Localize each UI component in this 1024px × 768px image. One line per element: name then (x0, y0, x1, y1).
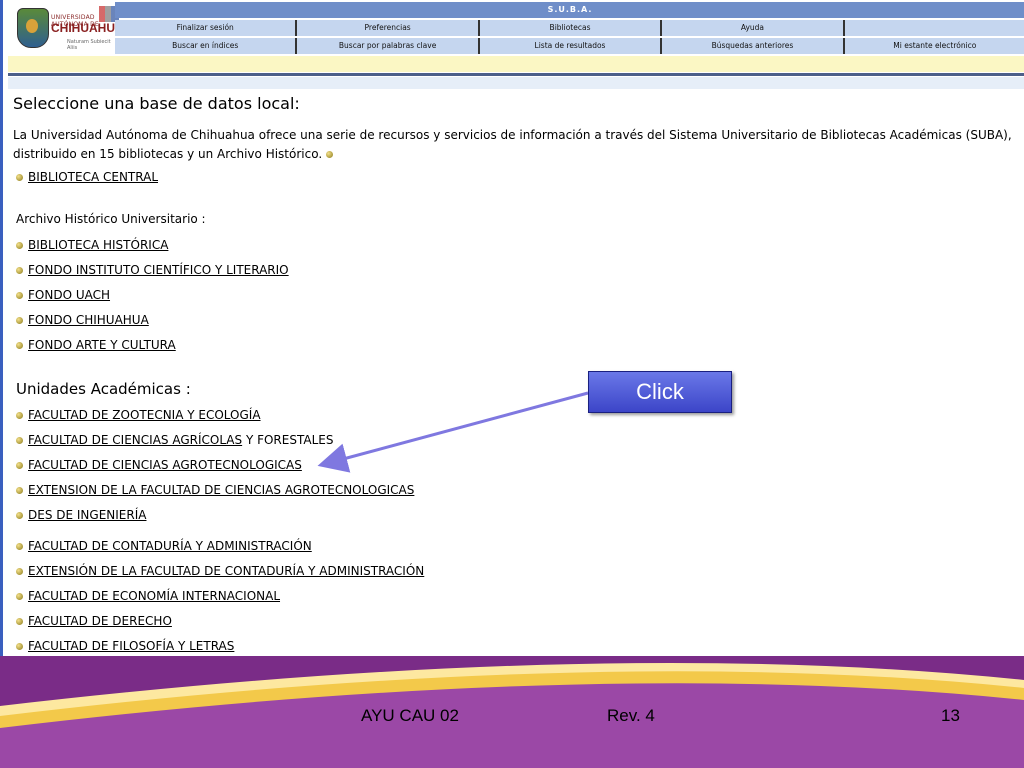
section-title-unidades: Unidades Académicas : (16, 380, 191, 398)
click-callout-button[interactable]: Click (588, 371, 732, 413)
list-item: EXTENSIÓN DE LA FACULTAD DE CONTADURÍA Y… (16, 564, 424, 578)
nav-previous-searches[interactable]: Búsquedas anteriores (662, 38, 845, 54)
bullet-icon (16, 567, 23, 575)
list-item: FACULTAD DE ZOOTECNIA Y ECOLOGÍA (16, 408, 261, 422)
list-item: FONDO CHIHUAHUA (16, 313, 149, 327)
list-item: FACULTAD DE FILOSOFÍA Y LETRAS (16, 639, 234, 653)
footer-code: AYU CAU 02 (361, 706, 459, 725)
logo-sub-text: Naturam Subiecit Aliis (67, 39, 111, 51)
link-unidad[interactable]: DES DE INGENIERÍA (28, 508, 146, 522)
bullet-icon (16, 241, 23, 249)
nav-my-shelf[interactable]: Mi estante electrónico (845, 38, 1024, 54)
list-item: FACULTAD DE CONTADURÍA Y ADMINISTRACIÓN (16, 539, 312, 553)
bullet-icon (16, 592, 23, 600)
bullet-icon (16, 291, 23, 299)
link-unidad[interactable]: EXTENSION DE LA FACULTAD DE CIENCIAS AGR… (28, 483, 414, 497)
link-archivo-item[interactable]: FONDO UACH (28, 288, 110, 302)
footer-page-number: 13 (941, 706, 960, 725)
list-item: FACULTAD DE ECONOMÍA INTERNACIONAL (16, 589, 280, 603)
university-seal-icon (17, 8, 49, 48)
nav-title: S.U.B.A. (115, 2, 1024, 18)
nav-search-keywords[interactable]: Buscar por palabras clave (297, 38, 480, 54)
bullet-icon (16, 617, 23, 625)
list-item: FONDO UACH (16, 288, 110, 302)
bullet-icon (16, 436, 23, 444)
nav-search-indexes[interactable]: Buscar en índices (115, 38, 298, 54)
divider (8, 73, 1024, 76)
list-item: FACULTAD DE DERECHO (16, 614, 172, 628)
link-archivo-item[interactable]: FONDO INSTITUTO CIENTÍFICO Y LITERARIO (28, 263, 289, 277)
bullet-icon (16, 642, 23, 650)
agricolas-suffix: Y FORESTALES (242, 433, 334, 447)
link-unidad[interactable]: FACULTAD DE DERECHO (28, 614, 172, 628)
footer-swoosh (0, 656, 1024, 728)
list-item: BIBLIOTECA CENTRAL (16, 170, 158, 184)
nav-row-2: Buscar en índices Buscar por palabras cl… (115, 38, 1024, 54)
link-archivo-item[interactable]: BIBLIOTECA HISTÓRICA (28, 238, 168, 252)
bullet-icon (16, 486, 23, 494)
nav-empty-cell (844, 20, 1024, 36)
university-logo: UNIVERSIDAD AUTÓNOMA DE CHIHUAHUA Natura… (11, 2, 124, 54)
list-item: FACULTAD DE CIENCIAS AGRÍCOLAS Y FORESTA… (16, 433, 333, 447)
list-item: FONDO INSTITUTO CIENTÍFICO Y LITERARIO (16, 263, 289, 277)
link-unidad[interactable]: FACULTAD DE ZOOTECNIA Y ECOLOGÍA (28, 408, 261, 422)
nav-help[interactable]: Ayuda (662, 20, 845, 36)
nav-preferences[interactable]: Preferencias (297, 20, 480, 36)
list-item: EXTENSION DE LA FACULTAD DE CIENCIAS AGR… (16, 483, 414, 497)
info-bar (8, 56, 1024, 72)
bullet-icon (16, 341, 23, 349)
link-unidad[interactable]: EXTENSIÓN DE LA FACULTAD DE CONTADURÍA Y… (28, 564, 424, 578)
bullet-icon (16, 411, 23, 419)
section-title-archivo: Archivo Histórico Universitario : (16, 212, 206, 226)
link-unidad[interactable]: FACULTAD DE CIENCIAS AGRÍCOLAS (28, 433, 242, 447)
browser-frame: UNIVERSIDAD AUTÓNOMA DE CHIHUAHUA Natura… (0, 0, 1024, 656)
page-title: Seleccione una base de datos local: (13, 94, 300, 113)
list-item: FONDO ARTE Y CULTURA (16, 338, 176, 352)
bullet-icon (16, 461, 23, 469)
link-unidad[interactable]: FACULTAD DE ECONOMÍA INTERNACIONAL (28, 589, 280, 603)
link-archivo-item[interactable]: FONDO ARTE Y CULTURA (28, 338, 176, 352)
link-archivo-item[interactable]: FONDO CHIHUAHUA (28, 313, 149, 327)
nav-results-list[interactable]: Lista de resultados (480, 38, 663, 54)
logo-main-text: CHIHUAHUA (51, 21, 124, 35)
navigation-bar: S.U.B.A. Finalizar sesión Preferencias B… (115, 2, 1024, 54)
nav-row-1: Finalizar sesión Preferencias Biblioteca… (115, 20, 1024, 36)
link-unidad[interactable]: FACULTAD DE FILOSOFÍA Y LETRAS (28, 639, 234, 653)
slide-footer (0, 656, 1024, 768)
footer-revision: Rev. 4 (607, 706, 655, 725)
bullet-icon (326, 151, 334, 158)
link-unidad[interactable]: FACULTAD DE CIENCIAS AGROTECNOLOGICAS (28, 458, 302, 472)
nav-logout[interactable]: Finalizar sesión (115, 20, 298, 36)
divider-light (8, 77, 1024, 89)
bullet-icon (16, 266, 23, 274)
nav-libraries[interactable]: Bibliotecas (480, 20, 663, 36)
bullet-icon (16, 316, 23, 324)
link-unidad[interactable]: FACULTAD DE CONTADURÍA Y ADMINISTRACIÓN (28, 539, 312, 553)
list-item: FACULTAD DE CIENCIAS AGROTECNOLOGICAS (16, 458, 302, 472)
bullet-icon (16, 173, 23, 181)
intro-text: La Universidad Autónoma de Chihuahua ofr… (13, 126, 1023, 164)
bullet-icon (16, 542, 23, 550)
bullet-icon (16, 511, 23, 519)
list-item: BIBLIOTECA HISTÓRICA (16, 238, 168, 252)
list-item: DES DE INGENIERÍA (16, 508, 146, 522)
link-biblioteca-central[interactable]: BIBLIOTECA CENTRAL (28, 170, 158, 184)
intro-paragraph: La Universidad Autónoma de Chihuahua ofr… (13, 128, 1012, 161)
